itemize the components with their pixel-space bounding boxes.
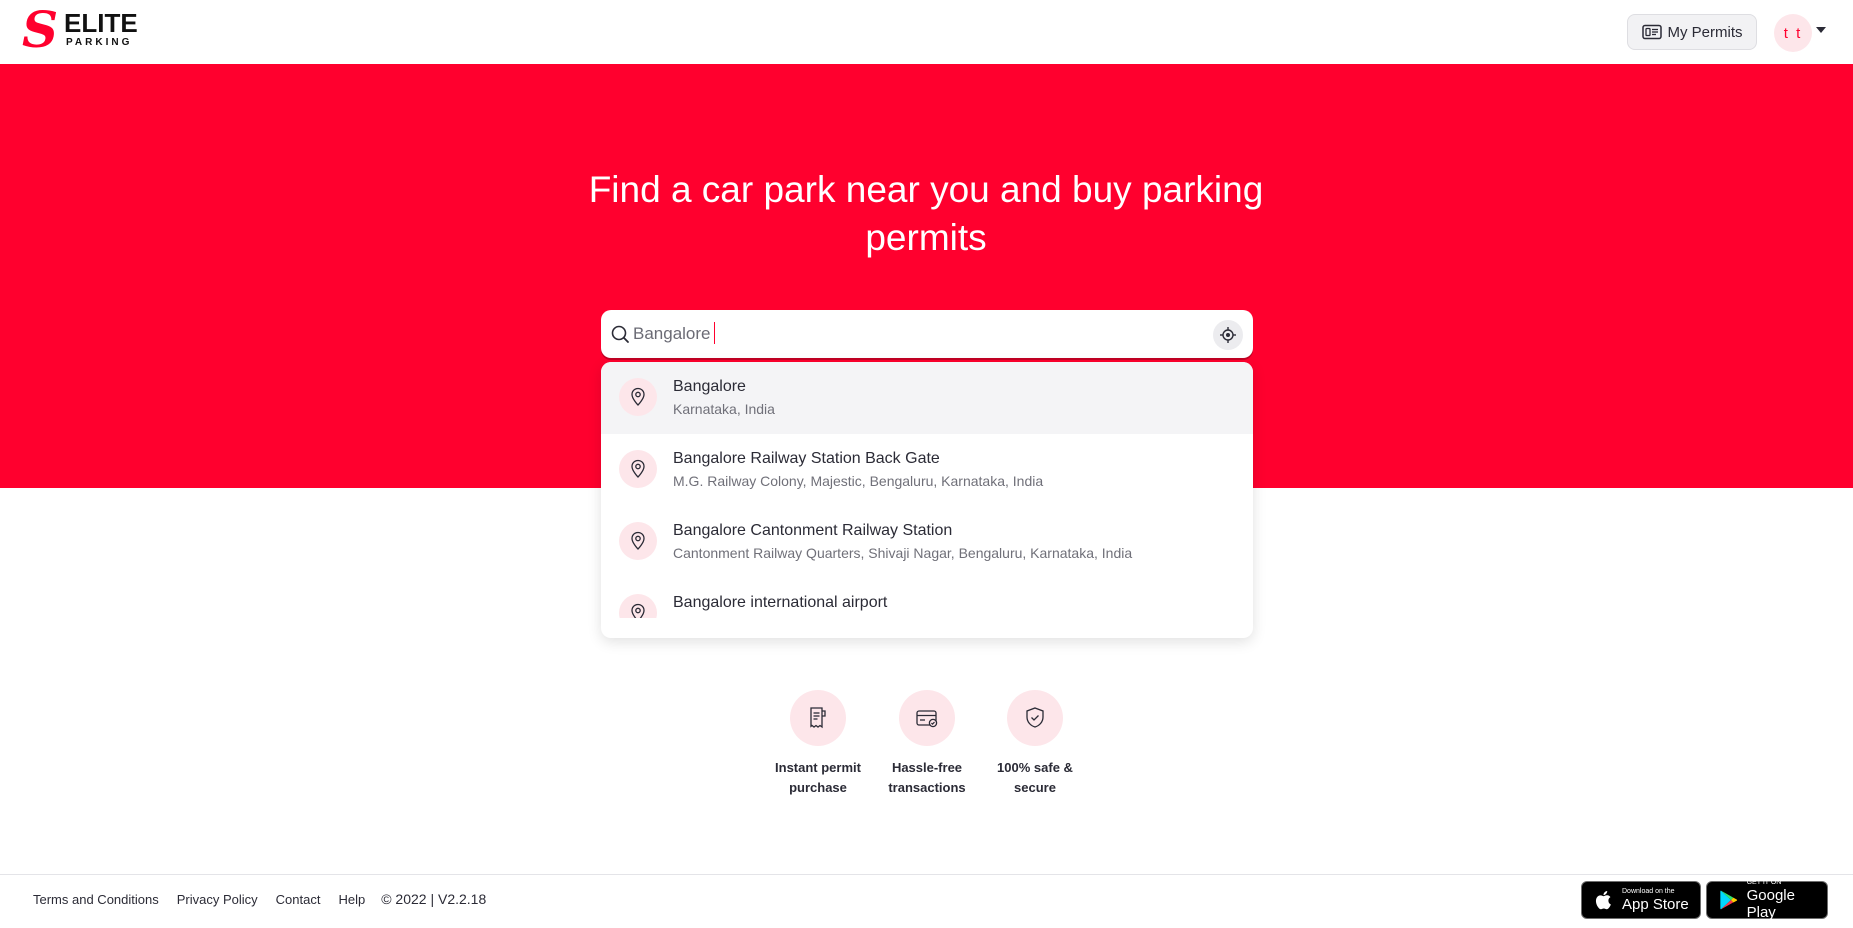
- location-search-box: [601, 310, 1253, 358]
- suggestion-item[interactable]: Bangalore international airport: [601, 578, 1253, 618]
- suggestion-item[interactable]: Bangalore Railway Station Back Gate M.G.…: [601, 434, 1253, 506]
- suggestion-title: Bangalore international airport: [673, 594, 888, 611]
- use-my-location-button[interactable]: [1213, 320, 1243, 350]
- suggestion-title: Bangalore Railway Station Back Gate: [673, 450, 940, 467]
- search-suggestions-dropdown: Bangalore Karnataka, India Bangalore Rai…: [601, 362, 1253, 638]
- my-permits-label: My Permits: [1667, 23, 1743, 41]
- feature-label: Instant permit purchase: [775, 760, 861, 795]
- suggestion-title: Bangalore Cantonment Railway Station: [673, 522, 953, 539]
- elite-parking-logo[interactable]: S ELITE PARKING: [22, 0, 142, 59]
- feature-instant-permit: Instant permit purchase: [763, 690, 873, 798]
- help-link[interactable]: Help: [338, 892, 365, 907]
- map-pin-icon: [619, 450, 657, 488]
- feature-safe-secure: 100% safe & secure: [980, 690, 1090, 798]
- logo-mark: S: [22, 0, 59, 59]
- user-avatar[interactable]: t t: [1774, 14, 1812, 52]
- page-footer: Terms and Conditions Privacy Policy Cont…: [0, 874, 1853, 928]
- card-check-icon: [899, 690, 955, 746]
- google-play-badge[interactable]: GET IT ON Google Play: [1706, 879, 1828, 921]
- app-store-badge[interactable]: Download on the App Store: [1581, 881, 1701, 919]
- hero-title: Find a car park near you and buy parking…: [588, 169, 1264, 258]
- google-play-icon: [1720, 890, 1738, 910]
- feature-label: 100% safe & secure: [997, 760, 1073, 795]
- suggestion-title: Bangalore: [673, 378, 746, 395]
- logo-text-bottom: PARKING: [66, 37, 133, 48]
- google-play-small-text: GET IT ON: [1746, 879, 1782, 886]
- app-store-small-text: Download on the: [1622, 887, 1675, 895]
- copyright-version: © 2022 | V2.2.18: [381, 891, 487, 907]
- terms-link[interactable]: Terms and Conditions: [33, 892, 159, 907]
- suggestion-subtitle: M.G. Railway Colony, Majestic, Bengaluru…: [673, 473, 1044, 489]
- map-pin-icon: [619, 522, 657, 560]
- search-input[interactable]: [633, 320, 1193, 348]
- feature-hassle-free: Hassle-free transactions: [872, 690, 982, 798]
- privacy-policy-link[interactable]: Privacy Policy: [177, 892, 258, 907]
- chevron-down-icon[interactable]: [1816, 27, 1826, 33]
- receipt-icon: [790, 690, 846, 746]
- permit-card-icon: [1641, 24, 1662, 40]
- suggestion-subtitle: Cantonment Railway Quarters, Shivaji Nag…: [673, 545, 1133, 561]
- google-play-big-text: Google Play: [1746, 887, 1795, 921]
- shield-check-icon: [1007, 690, 1063, 746]
- text-cursor: [714, 322, 715, 344]
- suggestion-item[interactable]: Bangalore Cantonment Railway Station Can…: [601, 506, 1253, 578]
- my-permits-button[interactable]: My Permits: [1627, 14, 1757, 50]
- search-icon: [611, 325, 629, 343]
- footer-links: Terms and Conditions Privacy Policy Cont…: [33, 891, 486, 907]
- map-pin-icon: [619, 594, 657, 618]
- feature-label: Hassle-free transactions: [888, 760, 966, 795]
- suggestion-subtitle: Karnataka, India: [673, 401, 775, 417]
- apple-icon: [1595, 891, 1611, 910]
- app-store-big-text: App Store: [1622, 895, 1689, 913]
- map-pin-icon: [619, 378, 657, 416]
- crosshair-location-icon: [1220, 327, 1236, 343]
- top-header: S ELITE PARKING My Permits t t: [0, 0, 1853, 64]
- suggestion-item[interactable]: Bangalore Karnataka, India: [601, 362, 1253, 434]
- contact-link[interactable]: Contact: [276, 892, 321, 907]
- logo-text-top: ELITE: [64, 8, 138, 38]
